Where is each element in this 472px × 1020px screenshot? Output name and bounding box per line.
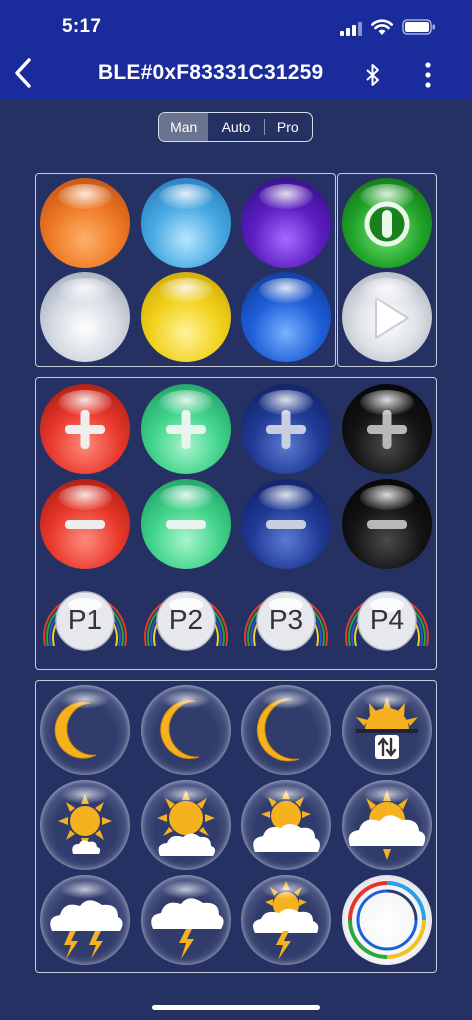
preset-3-button[interactable]: P3 bbox=[241, 575, 331, 665]
status-time: 5:17 bbox=[62, 16, 102, 37]
yellow-channel-button[interactable] bbox=[141, 272, 231, 362]
sun-small-cloud-button[interactable] bbox=[40, 780, 130, 870]
play-button[interactable] bbox=[342, 272, 432, 362]
color-cycle-icon bbox=[348, 881, 426, 959]
home-indicator bbox=[152, 1005, 320, 1010]
thunderstorm-button[interactable] bbox=[40, 875, 130, 965]
plus-icon bbox=[65, 410, 105, 449]
preset-4-button[interactable]: P4 bbox=[342, 575, 432, 665]
tab-man[interactable]: Man bbox=[159, 113, 209, 141]
mode-segmented-control: Man Auto Pro bbox=[158, 112, 313, 142]
sun-behind-large-cloud-button[interactable] bbox=[342, 780, 432, 870]
green-increase-button[interactable] bbox=[141, 384, 231, 474]
minus-icon bbox=[166, 520, 206, 529]
sun-behind-large-cloud-icon bbox=[348, 790, 426, 860]
white-channel-button[interactable] bbox=[40, 272, 130, 362]
cellular-signal-icon bbox=[340, 22, 362, 36]
tab-auto[interactable]: Auto bbox=[208, 113, 263, 141]
sunrise-sunset-button[interactable] bbox=[342, 685, 432, 775]
power-button[interactable] bbox=[342, 178, 432, 268]
minus-icon bbox=[266, 520, 306, 529]
power-icon bbox=[364, 201, 410, 247]
preset-2-button[interactable]: P2 bbox=[141, 575, 231, 665]
navy-increase-button[interactable] bbox=[241, 384, 331, 474]
purple-channel-button[interactable] bbox=[241, 178, 331, 268]
sun-small-cloud-icon bbox=[58, 794, 112, 854]
cloud-sun-peek-icon bbox=[253, 790, 320, 852]
preset-label: P1 bbox=[67, 604, 103, 635]
preset-1-button[interactable]: P1 bbox=[40, 575, 130, 665]
red-increase-button[interactable] bbox=[40, 384, 130, 474]
sun-cloud-lightning-icon bbox=[253, 881, 319, 960]
sunrise-sunset-icon bbox=[356, 697, 418, 759]
play-icon bbox=[375, 297, 409, 339]
sun-behind-cloud-button[interactable] bbox=[141, 780, 231, 870]
crescent-moon-icon bbox=[160, 700, 200, 760]
status-bar: 5:17 bbox=[0, 0, 472, 54]
blue-channel-button[interactable] bbox=[241, 272, 331, 362]
black-decrease-button[interactable] bbox=[342, 479, 432, 569]
preset-label: P3 bbox=[268, 604, 304, 635]
thunderstorm-icon bbox=[50, 900, 123, 959]
plus-icon bbox=[266, 410, 306, 449]
top-bar: 5:17 BLE#0xF83331C31259 bbox=[0, 0, 472, 100]
wifi-icon bbox=[371, 19, 393, 35]
moon-scene-3-button[interactable] bbox=[241, 685, 331, 775]
plus-icon bbox=[367, 410, 407, 449]
back-arrow-icon[interactable] bbox=[10, 56, 38, 90]
minus-icon bbox=[367, 520, 407, 529]
navy-decrease-button[interactable] bbox=[241, 479, 331, 569]
color-cycle-button[interactable] bbox=[342, 875, 432, 965]
battery-icon bbox=[402, 19, 435, 35]
bluetooth-icon[interactable] bbox=[364, 63, 382, 87]
cloud-lightning-icon bbox=[151, 898, 224, 959]
device-title: BLE#0xF83331C31259 bbox=[98, 61, 324, 84]
crescent-moon-icon bbox=[54, 701, 97, 759]
moon-scene-1-button[interactable] bbox=[40, 685, 130, 775]
red-decrease-button[interactable] bbox=[40, 479, 130, 569]
cyan-channel-button[interactable] bbox=[141, 178, 231, 268]
orange-channel-button[interactable] bbox=[40, 178, 130, 268]
preset-label: P4 bbox=[369, 604, 405, 635]
minus-icon bbox=[65, 520, 105, 529]
moon-scene-2-button[interactable] bbox=[141, 685, 231, 775]
sun-behind-cloud-icon bbox=[157, 790, 216, 856]
crescent-moon-icon bbox=[256, 698, 300, 762]
sun-cloud-lightning-button[interactable] bbox=[241, 875, 331, 965]
plus-icon bbox=[166, 410, 206, 449]
tab-pro[interactable]: Pro bbox=[263, 113, 312, 141]
cloud-lightning-button[interactable] bbox=[141, 875, 231, 965]
nav-bar: BLE#0xF83331C31259 bbox=[0, 50, 472, 100]
more-options-icon[interactable] bbox=[418, 60, 438, 90]
preset-label: P2 bbox=[168, 604, 204, 635]
green-decrease-button[interactable] bbox=[141, 479, 231, 569]
black-increase-button[interactable] bbox=[342, 384, 432, 474]
cloud-sun-peek-button[interactable] bbox=[241, 780, 331, 870]
